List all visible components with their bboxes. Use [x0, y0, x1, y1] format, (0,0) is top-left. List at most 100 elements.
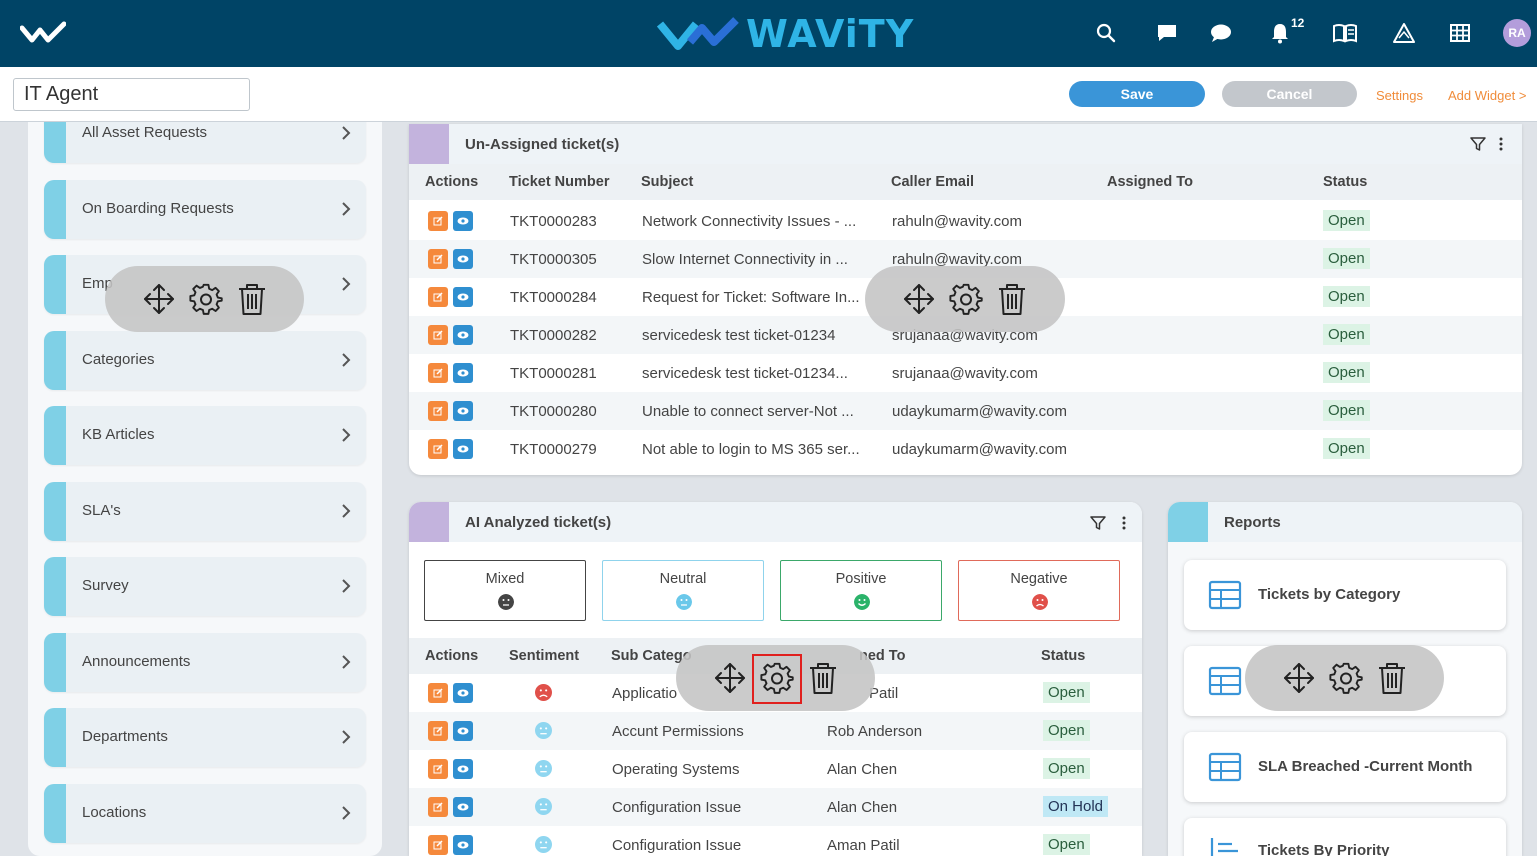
column-header[interactable]: Sentiment [509, 648, 579, 664]
gear-icon[interactable] [948, 281, 984, 317]
view-icon[interactable] [453, 683, 473, 703]
sidebar-item-label: SLA's [82, 502, 121, 519]
status-badge: Open [1043, 720, 1090, 741]
move-icon[interactable] [712, 660, 748, 696]
edit-icon[interactable] [428, 797, 448, 817]
edit-icon[interactable] [428, 835, 448, 855]
edit-icon[interactable] [428, 325, 448, 345]
chat-icon[interactable] [1206, 18, 1236, 48]
message-icon[interactable] [1152, 18, 1182, 48]
page-title-input[interactable] [13, 78, 250, 111]
sentiment-filter-mixed[interactable]: Mixed [424, 560, 586, 621]
ticket-number[interactable]: TKT0000283 [510, 213, 597, 230]
filter-icon[interactable] [1470, 136, 1486, 152]
user-avatar[interactable]: RA [1503, 19, 1531, 47]
ticket-subject: Request for Ticket: Software In... [642, 289, 860, 306]
sidebar-item-all-asset-requests[interactable]: All Asset Requests [44, 122, 366, 163]
neutral-face-icon [535, 722, 552, 739]
column-header[interactable]: Status [1323, 174, 1367, 190]
report-item-sla-breached[interactable]: SLA Breached -Current Month [1184, 732, 1506, 802]
view-icon[interactable] [453, 759, 473, 779]
ticket-number[interactable]: TKT0000280 [510, 403, 597, 420]
trash-icon[interactable] [805, 660, 841, 696]
alert-triangle-icon[interactable] [1389, 18, 1419, 48]
column-header[interactable]: Status [1041, 648, 1085, 664]
widget-title: AI Analyzed ticket(s) [465, 514, 612, 531]
gear-icon[interactable] [188, 281, 224, 317]
add-widget-link[interactable]: Add Widget > [1448, 88, 1526, 103]
report-item-tickets-by-category[interactable]: Tickets by Category [1184, 560, 1506, 630]
move-icon[interactable] [901, 281, 937, 317]
edit-icon[interactable] [428, 683, 448, 703]
view-icon[interactable] [453, 835, 473, 855]
sidebar-item-announcements[interactable]: Announcements [44, 633, 366, 692]
sidebar-item-slas[interactable]: SLA's [44, 482, 366, 541]
sidebar-item-departments[interactable]: Departments [44, 708, 366, 767]
sidebar-item-survey[interactable]: Survey [44, 557, 366, 616]
view-icon[interactable] [453, 249, 473, 269]
sentiment-filter-positive[interactable]: Positive [780, 560, 942, 621]
settings-link[interactable]: Settings [1376, 88, 1423, 103]
apps-grid-icon[interactable] [1445, 18, 1475, 48]
wavity-logo-icon[interactable] [20, 20, 66, 46]
column-header[interactable]: Caller Email [891, 174, 974, 190]
ticket-subject: servicedesk test ticket-01234... [642, 365, 848, 382]
status-badge: Open [1323, 210, 1370, 231]
column-header[interactable]: Subject [641, 174, 693, 190]
table-row: TKT0000279 Not able to login to MS 365 s… [409, 430, 1522, 468]
sidebar-item-label: Survey [82, 577, 129, 594]
sidebar-item-on-boarding-requests[interactable]: On Boarding Requests [44, 180, 366, 239]
edit-icon[interactable] [428, 439, 448, 459]
edit-icon[interactable] [428, 287, 448, 307]
edit-icon[interactable] [428, 721, 448, 741]
more-vertical-icon[interactable] [1498, 136, 1504, 152]
trash-icon[interactable] [234, 281, 270, 317]
save-button[interactable]: Save [1069, 81, 1205, 107]
ticket-number[interactable]: TKT0000279 [510, 441, 597, 458]
report-item-tickets-by-priority[interactable]: Tickets By Priority [1184, 818, 1506, 856]
edit-icon[interactable] [428, 759, 448, 779]
chevron-right-icon [342, 504, 351, 518]
view-icon[interactable] [453, 325, 473, 345]
edit-icon[interactable] [428, 363, 448, 383]
trash-icon[interactable] [994, 281, 1030, 317]
move-icon[interactable] [141, 281, 177, 317]
search-icon[interactable] [1091, 18, 1121, 48]
ticket-subject: Slow Internet Connectivity in ... [642, 251, 848, 268]
ticket-number[interactable]: TKT0000305 [510, 251, 597, 268]
ticket-number[interactable]: TKT0000284 [510, 289, 597, 306]
trash-icon[interactable] [1374, 660, 1410, 696]
view-icon[interactable] [453, 363, 473, 383]
sidebar-item-kb-articles[interactable]: KB Articles [44, 406, 366, 465]
gear-icon[interactable] [1328, 660, 1364, 696]
ticket-subject: servicedesk test ticket-01234 [642, 327, 836, 344]
view-icon[interactable] [453, 401, 473, 421]
sidebar-item-categories[interactable]: Categories [44, 331, 366, 390]
view-icon[interactable] [453, 439, 473, 459]
chevron-right-icon [342, 579, 351, 593]
view-icon[interactable] [453, 797, 473, 817]
status-badge: Open [1043, 758, 1090, 779]
edit-icon[interactable] [428, 249, 448, 269]
more-vertical-icon[interactable] [1121, 515, 1127, 531]
sentiment-filter-negative[interactable]: Negative [958, 560, 1120, 621]
move-icon[interactable] [1281, 660, 1317, 696]
assigned-to: Alan Chen [827, 799, 898, 816]
ticket-number[interactable]: TKT0000281 [510, 365, 597, 382]
filter-icon[interactable] [1090, 515, 1106, 531]
view-icon[interactable] [453, 211, 473, 231]
sidebar-item-locations[interactable]: Locations [44, 784, 366, 843]
book-icon[interactable] [1330, 18, 1360, 48]
assigned-to: Alan Chen [827, 761, 898, 778]
item-accent [44, 331, 66, 390]
edit-icon[interactable] [428, 401, 448, 421]
edit-icon[interactable] [428, 211, 448, 231]
ticket-number[interactable]: TKT0000282 [510, 327, 597, 344]
cancel-button[interactable]: Cancel [1222, 81, 1357, 107]
sentiment-filter-neutral[interactable]: Neutral [602, 560, 764, 621]
view-icon[interactable] [453, 287, 473, 307]
column-header[interactable]: Assigned To [1107, 174, 1193, 190]
column-header[interactable]: Ticket Number [509, 174, 609, 190]
view-icon[interactable] [453, 721, 473, 741]
status-badge: Open [1323, 400, 1370, 421]
